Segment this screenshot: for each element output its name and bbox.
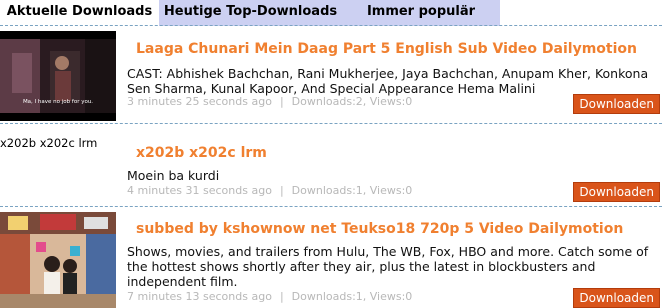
item-time: 3 minutes 25 seconds ago	[127, 95, 272, 108]
item-meta: 3 minutes 25 seconds ago | Downloads:2, Vi…	[127, 95, 412, 108]
item-title[interactable]: subbed by kshownow net Teukso18 720p 5 V…	[136, 221, 623, 237]
thumbnail-alt-text: x202b x202c lrm	[0, 136, 98, 150]
video-thumbnail[interactable]	[0, 212, 116, 308]
item-stats: Downloads:2, Views:0	[291, 95, 413, 108]
tab-immer-populaer[interactable]: Immer populär	[342, 0, 500, 26]
svg-text:Ma, I have no job for you.: Ma, I have no job for you.	[23, 99, 93, 105]
tab-bar: Aktuelle Downloads Heutige Top-Downloads…	[0, 0, 662, 26]
list-item: subbed by kshownow net Teukso18 720p 5 V…	[0, 207, 662, 308]
item-meta: 4 minutes 31 seconds ago | Downloads:1, Vi…	[127, 184, 412, 197]
download-button[interactable]: Downloaden	[573, 182, 660, 202]
download-button[interactable]: Downloaden	[573, 94, 660, 114]
item-title[interactable]: Laaga Chunari Mein Daag Part 5 English S…	[136, 41, 637, 57]
item-description: Shows, movies, and trailers from Hulu, T…	[127, 244, 649, 289]
item-description: Moein ba kurdi	[127, 168, 220, 183]
item-stats: Downloads:1, Views:0	[291, 290, 413, 303]
tab-heutige-top-downloads[interactable]: Heutige Top-Downloads	[159, 0, 342, 26]
download-button[interactable]: Downloaden	[573, 288, 660, 308]
item-stats: Downloads:1, Views:0	[291, 184, 413, 197]
meta-separator: |	[279, 95, 284, 108]
item-meta: 7 minutes 13 seconds ago | Downloads:1, Vi…	[127, 290, 412, 303]
meta-separator: |	[279, 290, 284, 303]
meta-separator: |	[279, 184, 284, 197]
item-time: 7 minutes 13 seconds ago	[127, 290, 272, 303]
item-title[interactable]: x202b x202c lrm	[136, 145, 267, 161]
list-item: Ma, I have no job for you. Laaga Chunari…	[0, 26, 662, 126]
item-description: CAST: Abhishek Bachchan, Rani Mukherjee,…	[127, 66, 649, 96]
list-item: x202b x202c lrm x202b x202c lrm Moein ba…	[0, 124, 662, 208]
tab-aktuelle-downloads[interactable]: Aktuelle Downloads	[0, 0, 159, 26]
video-thumbnail[interactable]: Ma, I have no job for you.	[0, 31, 116, 121]
item-time: 4 minutes 31 seconds ago	[127, 184, 272, 197]
